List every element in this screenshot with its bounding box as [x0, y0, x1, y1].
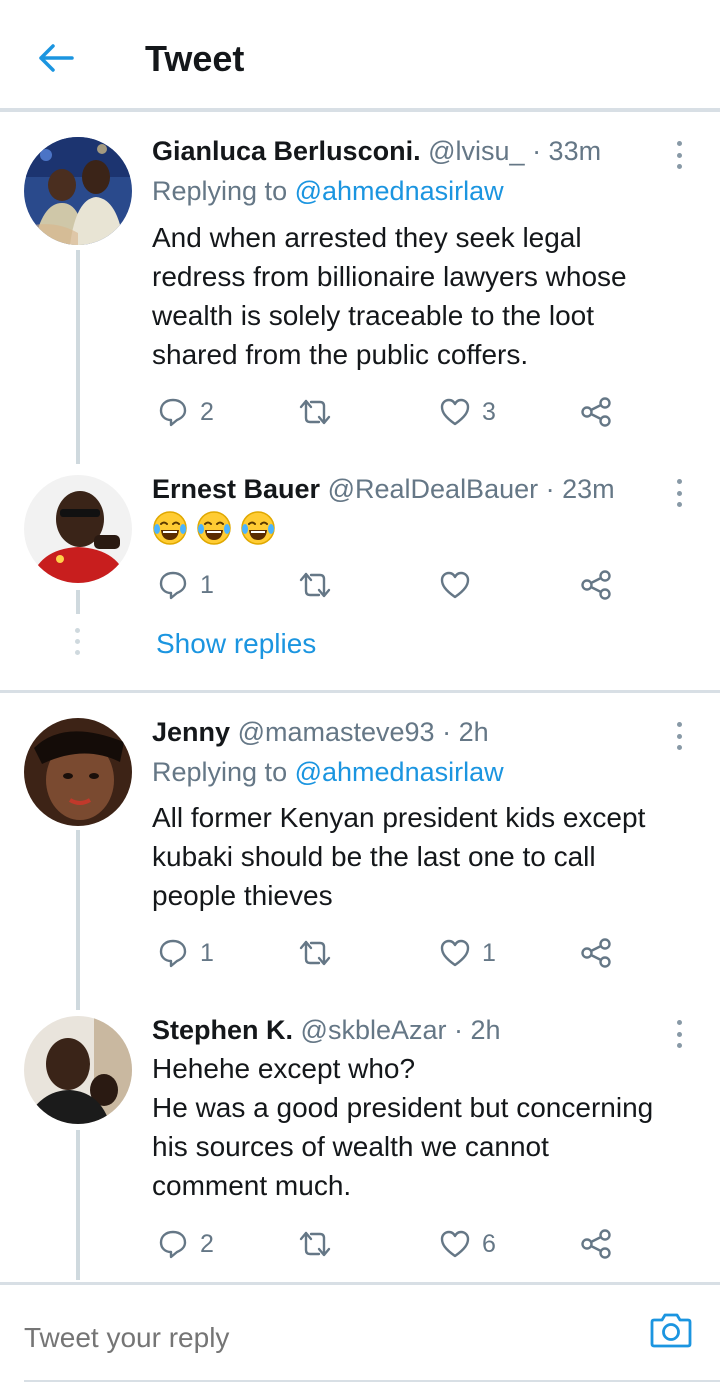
avatar[interactable]	[24, 1016, 132, 1124]
reply-count: 2	[200, 1229, 214, 1258]
share-button[interactable]	[580, 931, 612, 975]
face-with-tears-of-joy-icon	[197, 511, 231, 545]
author-handle[interactable]: @skbleAzar	[301, 1015, 447, 1045]
tweet-more-button[interactable]	[668, 138, 690, 172]
reply-icon	[158, 1229, 188, 1259]
retweet-button[interactable]	[297, 563, 333, 607]
reply-button[interactable]: 2	[158, 1222, 214, 1266]
thread-connector	[76, 830, 80, 1010]
conversation-divider	[0, 690, 720, 693]
retweet-icon	[297, 938, 333, 968]
retweet-icon	[297, 570, 333, 600]
retweet-icon	[297, 1229, 333, 1259]
show-replies-link[interactable]: Show replies	[156, 628, 316, 660]
author-handle[interactable]: @lvisu_	[428, 136, 524, 166]
like-count: 1	[482, 938, 496, 967]
reply-bar-divider	[0, 1282, 720, 1285]
tweet-more-button[interactable]	[668, 719, 690, 753]
author-handle[interactable]: @RealDealBauer	[328, 474, 539, 504]
reply-count: 1	[200, 938, 214, 967]
reply-count: 2	[200, 397, 214, 426]
share-icon	[580, 1228, 612, 1260]
back-arrow-icon	[38, 43, 74, 73]
tweet-timestamp: · 2h	[442, 717, 489, 747]
author-name[interactable]: Gianluca Berlusconi.	[152, 136, 421, 166]
like-icon	[440, 571, 470, 599]
tweet-header: Jenny @mamasteve93 · 2h	[152, 717, 489, 748]
reply-count: 1	[200, 570, 214, 599]
retweet-button[interactable]	[297, 1222, 333, 1266]
like-button[interactable]: 1	[440, 931, 496, 975]
thread-connector	[76, 590, 80, 614]
reply-button[interactable]: 1	[158, 931, 214, 975]
share-icon	[580, 396, 612, 428]
face-with-tears-of-joy-icon	[153, 511, 187, 545]
tweet-text: Hehehe except who? He was a good preside…	[152, 1053, 654, 1201]
replying-to-label: Replying to	[152, 757, 288, 787]
replying-to: Replying to @ahmednasirlaw	[152, 176, 504, 207]
reply-button[interactable]: 2	[158, 390, 214, 434]
tweet-timestamp: · 23m	[545, 474, 615, 504]
tweet-header: Stephen K. @skbleAzar · 2h	[152, 1015, 501, 1046]
avatar[interactable]	[24, 718, 132, 826]
author-name[interactable]: Ernest Bauer	[152, 474, 320, 504]
thread-connector	[76, 250, 80, 464]
tweet-more-button[interactable]	[668, 1017, 690, 1051]
tweet-text: And when arrested they seek legal redres…	[152, 222, 627, 370]
replying-to: Replying to @ahmednasirlaw	[152, 757, 504, 788]
page-title: Tweet	[145, 38, 245, 79]
reply-button[interactable]: 1	[158, 563, 214, 607]
like-button[interactable]	[440, 563, 470, 607]
retweet-button[interactable]	[297, 390, 333, 434]
tweet-more-button[interactable]	[668, 476, 690, 510]
tweet-timestamp: · 2h	[454, 1015, 501, 1045]
like-icon	[440, 939, 470, 967]
reply-icon	[158, 397, 188, 427]
retweet-icon	[297, 397, 333, 427]
camera-button[interactable]	[650, 1310, 694, 1354]
replying-to-mention[interactable]: @ahmednasirlaw	[295, 176, 504, 206]
tweet-text: All former Kenyan president kids except …	[152, 802, 646, 911]
share-button[interactable]	[580, 563, 612, 607]
share-button[interactable]	[580, 390, 612, 434]
thread-connector	[76, 1130, 80, 1280]
like-icon	[440, 1230, 470, 1258]
reply-composer	[0, 1286, 720, 1389]
replying-to-label: Replying to	[152, 176, 288, 206]
composer-underline	[24, 1380, 720, 1382]
top-app-bar: Tweet	[0, 0, 720, 112]
like-count: 6	[482, 1229, 496, 1258]
face-with-tears-of-joy-icon	[241, 511, 275, 545]
author-name[interactable]: Stephen K.	[152, 1015, 293, 1045]
tweet-timestamp: · 33m	[532, 136, 602, 166]
camera-icon	[650, 1310, 694, 1350]
avatar[interactable]	[24, 137, 132, 245]
like-count: 3	[482, 397, 496, 426]
back-button[interactable]	[26, 30, 86, 86]
tweet-header: Gianluca Berlusconi. @lvisu_ · 33m	[152, 136, 601, 167]
author-name[interactable]: Jenny	[152, 717, 230, 747]
reply-icon	[158, 570, 188, 600]
replying-to-mention[interactable]: @ahmednasirlaw	[295, 757, 504, 787]
reply-icon	[158, 938, 188, 968]
retweet-button[interactable]	[297, 931, 333, 975]
author-handle[interactable]: @mamasteve93	[238, 717, 435, 747]
like-icon	[440, 398, 470, 426]
tweet-header: Ernest Bauer @RealDealBauer · 23m	[152, 474, 615, 505]
share-icon	[580, 569, 612, 601]
share-button[interactable]	[580, 1222, 612, 1266]
thread-collapsed-dots	[75, 628, 81, 661]
tweet-emojis	[152, 510, 276, 546]
share-icon	[580, 937, 612, 969]
header-divider	[0, 108, 720, 112]
like-button[interactable]: 6	[440, 1222, 496, 1266]
avatar[interactable]	[24, 475, 132, 583]
tweet-reply-input[interactable]	[24, 1316, 624, 1360]
like-button[interactable]: 3	[440, 390, 496, 434]
